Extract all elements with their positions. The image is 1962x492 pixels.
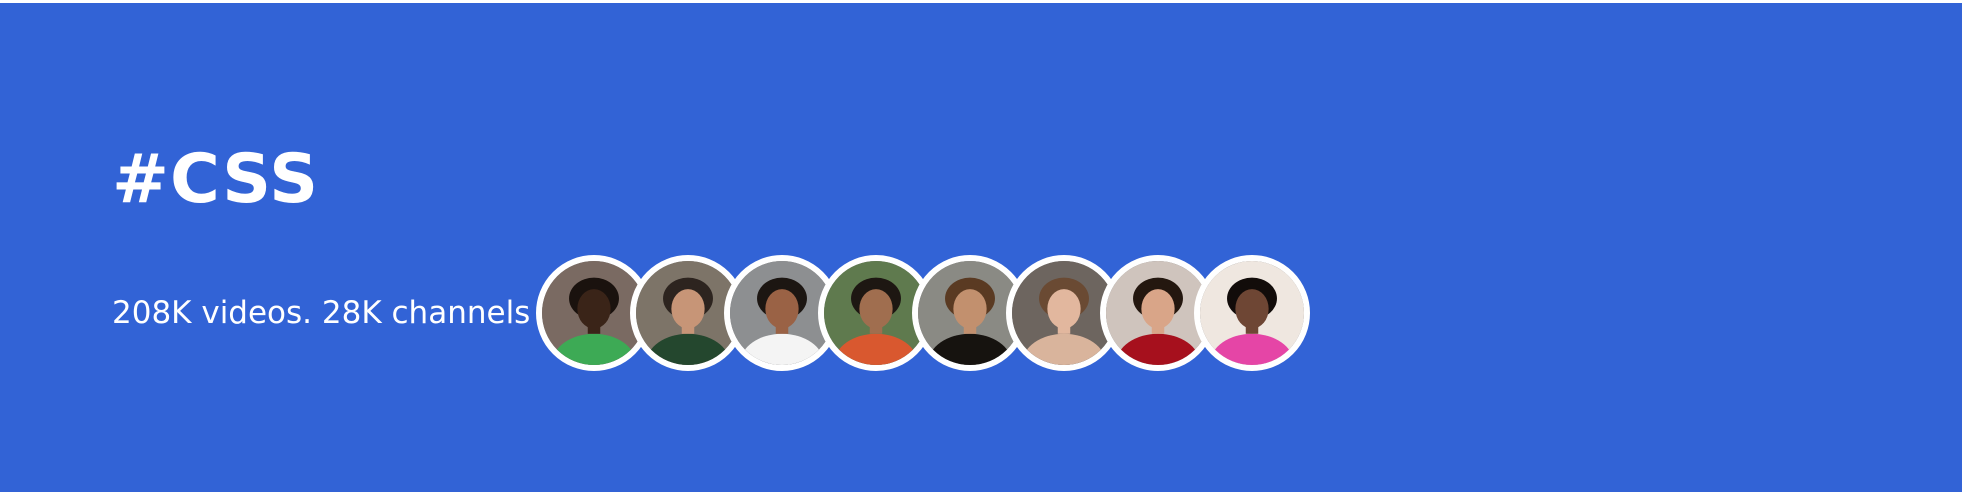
topic-stats-row: 208K videos. 28K channels (112, 255, 1311, 371)
channel-avatar[interactable] (1194, 255, 1311, 371)
channel-avatars (536, 255, 1311, 371)
topic-banner: #CSS 208K videos. 28K channels (0, 3, 1962, 492)
topic-title: #CSS (112, 140, 320, 219)
person-8-icon (1200, 261, 1305, 365)
topic-stats: 208K videos. 28K channels (112, 295, 531, 331)
